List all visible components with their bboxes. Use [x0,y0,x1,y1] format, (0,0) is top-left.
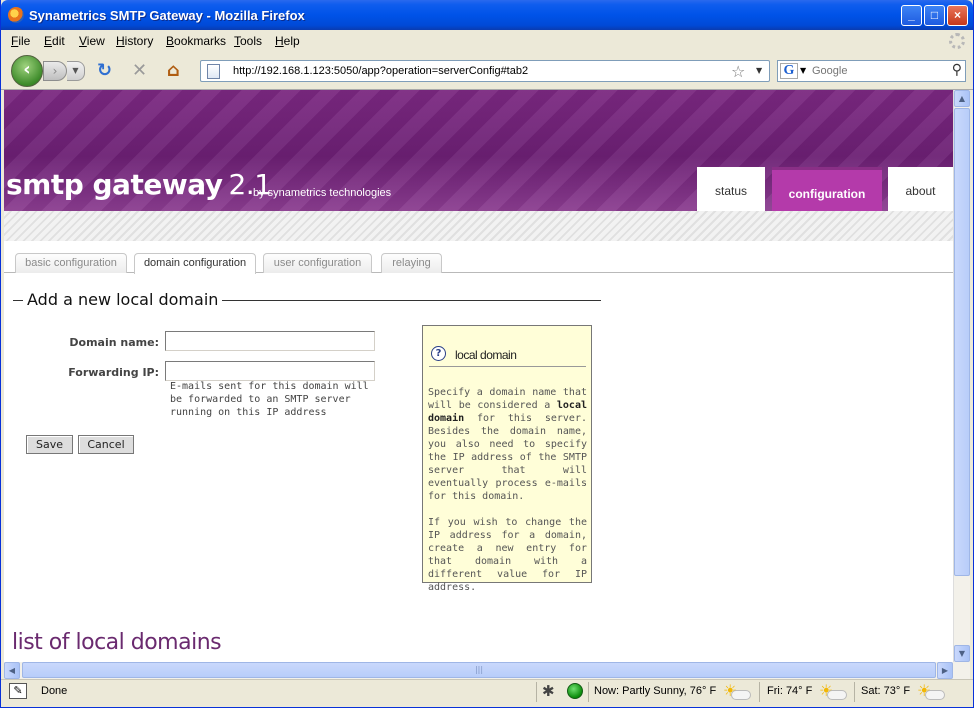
logo-byline: by synametrics technologies [253,187,392,199]
status-separator [588,682,589,702]
navigation-toolbar: ‹ › ▼ ↻ ✕ ⌂ http://192.168.1.123:5050/ap… [1,52,973,90]
app-logo: smtp gateway 2.1 [6,168,272,201]
history-dropdown-icon[interactable]: ▼ [67,61,85,81]
home-icon[interactable]: ⌂ [167,62,180,80]
cloud-icon [827,690,847,700]
scroll-right-button[interactable]: ▶ [937,662,953,679]
partly-sunny-icon[interactable]: ☀ [917,681,945,701]
url-bar[interactable]: http://192.168.1.123:5050/app?operation=… [200,60,770,82]
cancel-button[interactable]: Cancel [78,435,134,454]
form-legend: Add a new local domain [23,290,223,309]
partly-sunny-icon[interactable]: ☀ [819,681,847,701]
subtab-domain-configuration[interactable]: domain configuration [134,253,256,274]
subtab-basic-configuration[interactable]: basic configuration [15,253,127,273]
weather-sat-text[interactable]: Sat: 73° F [861,685,910,697]
url-text[interactable]: http://192.168.1.123:5050/app?operation=… [233,65,528,77]
local-domains-heading: list of local domains [12,630,222,655]
page-icon [207,64,220,79]
cloud-icon [925,690,945,700]
menu-history[interactable]: History [116,34,153,48]
horizontal-scroll-thumb[interactable]: ||| [22,662,936,678]
subtab-user-configuration[interactable]: user configuration [263,253,372,273]
menu-tools[interactable]: Tools [234,34,262,48]
help-box: ? local domain Specify a domain name tha… [422,325,592,593]
window-title: Synametrics SMTP Gateway - Mozilla Firef… [29,8,305,23]
menu-bar: File Edit View History Bookmarks Tools H… [1,30,973,52]
scroll-left-button[interactable]: ◀ [4,662,20,679]
title-bar[interactable]: Synametrics SMTP Gateway - Mozilla Firef… [1,0,973,30]
status-page-icon: ✎ [9,683,27,699]
weather-now-text[interactable]: Now: Partly Sunny, 76° F [594,685,716,697]
back-button[interactable]: ‹ [11,55,43,87]
help-divider [429,366,586,367]
maximize-button[interactable]: □ [924,5,945,26]
help-paragraph-1: Specify a domain name that will be consi… [428,386,587,503]
tab-about[interactable]: about [888,167,953,211]
forward-button[interactable]: › [43,61,67,81]
forwarding-ip-input[interactable] [165,361,375,381]
search-engine-dropdown-icon[interactable]: ▼ [800,66,806,75]
cloud-icon [731,690,751,700]
google-icon[interactable]: G [780,63,798,79]
menu-view[interactable]: View [79,34,105,48]
status-separator [854,682,855,702]
help-paragraph-2: If you wish to change the IP address for… [428,517,587,593]
header-stripe [4,211,953,241]
horizontal-scrollbar[interactable]: ◀ ||| ▶ [4,662,970,679]
subtab-relaying[interactable]: relaying [381,253,442,273]
bookmark-star-icon[interactable]: ☆ [731,62,745,81]
firebug-icon[interactable]: ✱ [542,682,555,700]
url-dropdown-icon[interactable]: ▼ [756,66,762,75]
scroll-up-button[interactable]: ▲ [954,90,970,107]
help-title: local domain [455,348,517,362]
search-bar[interactable]: G ▼ ⚲ [777,60,966,82]
search-icon[interactable]: ⚲ [952,62,962,78]
question-icon: ? [431,346,446,361]
green-status-icon[interactable] [567,683,583,699]
stop-icon[interactable]: ✕ [132,62,147,80]
help-text-post: for this server. Besides the domain name… [428,413,587,502]
vertical-scrollbar[interactable]: ▲ ▼ [953,90,970,662]
scroll-down-button[interactable]: ▼ [954,645,970,662]
page-viewport: smtp gateway 2.1 by synametrics technolog… [4,90,953,662]
forwarding-ip-help: E-mails sent for this domain will be for… [170,381,369,418]
tab-status[interactable]: status [697,167,765,211]
search-input[interactable] [812,64,942,78]
menu-bookmarks[interactable]: Bookmarks [166,34,226,48]
subtab-bar: basic configuration domain configuration… [4,253,953,274]
browser-window: Synametrics SMTP Gateway - Mozilla Firef… [0,0,974,708]
domain-name-input[interactable] [165,331,375,351]
domain-name-label: Domain name: [69,336,159,349]
partly-sunny-icon[interactable]: ☀ [723,681,751,701]
status-bar: ✎ Done ✱ Now: Partly Sunny, 76° F ☀ Fri:… [1,679,973,703]
save-button[interactable]: Save [26,435,73,454]
status-separator [759,682,760,702]
menu-help[interactable]: Help [275,34,300,48]
vertical-scroll-thumb[interactable] [954,108,970,576]
weather-fri-text[interactable]: Fri: 74° F [767,685,812,697]
menu-file[interactable]: File [11,34,30,48]
minimize-button[interactable]: _ [901,5,922,26]
reload-icon[interactable]: ↻ [97,62,112,80]
help-body: Specify a domain name that will be consi… [428,386,587,607]
firefox-icon [8,7,24,23]
tab-configuration[interactable]: configuration [772,167,882,211]
status-separator [536,682,537,702]
forwarding-ip-label: Forwarding IP: [68,366,159,379]
status-text: Done [41,685,68,697]
logo-text: smtp gateway [6,168,223,201]
throbber-icon [949,33,965,49]
menu-edit[interactable]: Edit [44,34,65,48]
close-button[interactable]: × [947,5,968,26]
